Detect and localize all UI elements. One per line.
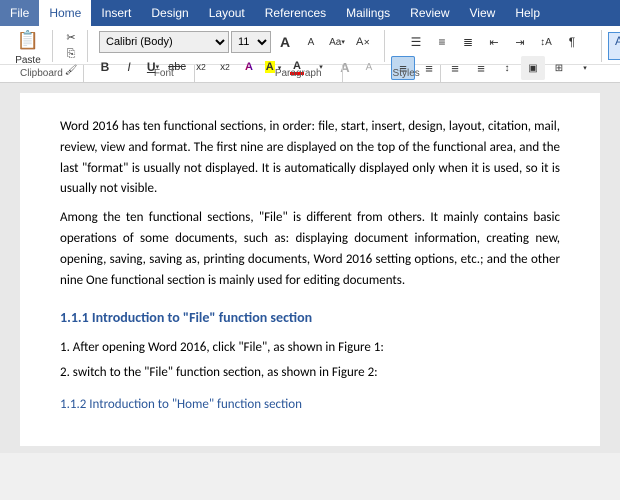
paragraph-label: Paragraph: [195, 65, 343, 82]
font-size-select[interactable]: 11: [231, 31, 271, 53]
decrease-indent-button[interactable]: ⇤: [482, 30, 506, 54]
menu-references[interactable]: References: [255, 0, 336, 26]
menu-help[interactable]: Help: [505, 0, 550, 26]
normal-style-text: AaBbCcDc: [615, 34, 620, 48]
font-label: Font: [84, 65, 195, 82]
justify-button[interactable]: ≡: [469, 56, 493, 80]
sort-button[interactable]: ↕A: [534, 30, 558, 54]
menu-file[interactable]: File: [0, 0, 39, 26]
clear-formatting-button[interactable]: A✕: [351, 30, 375, 54]
borders-dropdown-button[interactable]: ▾: [573, 56, 597, 80]
increase-indent-button[interactable]: ⇥: [508, 30, 532, 54]
toolbar-row1: 📋 Paste ✂ ⎘ 🖌 Calibri (Body) 11 A A Aa▾ …: [0, 28, 620, 64]
heading-1: 1.1.1 Introduction to "File" function se…: [60, 307, 560, 329]
copy-button[interactable]: ⎘: [59, 47, 83, 62]
change-case-button[interactable]: Aa▾: [325, 30, 349, 54]
styles-label: Styles: [343, 65, 441, 82]
styles-group: AaBbCcDc ¶ Normal AaBbCcDc No Spac... Aa…: [604, 30, 620, 62]
clipboard-label: Clipboard: [0, 65, 84, 82]
ribbon: 📋 Paste ✂ ⎘ 🖌 Calibri (Body) 11 A A Aa▾ …: [0, 26, 620, 83]
grow-font-button[interactable]: A: [273, 30, 297, 54]
menu-view[interactable]: View: [460, 0, 506, 26]
menu-layout[interactable]: Layout: [199, 0, 255, 26]
paste-button[interactable]: 📋: [12, 27, 44, 55]
shrink-font-button[interactable]: A: [299, 30, 323, 54]
list-item-2: 2. switch to the "File" function section…: [60, 363, 560, 384]
menu-design[interactable]: Design: [141, 0, 198, 26]
paste-label: Paste: [15, 55, 41, 66]
bullets-button[interactable]: ☰: [404, 30, 428, 54]
menu-insert[interactable]: Insert: [91, 0, 141, 26]
underline-button[interactable]: U ▾: [142, 56, 164, 78]
menu-bar: File Home Insert Design Layout Reference…: [0, 0, 620, 26]
shading-button[interactable]: ▣: [521, 56, 545, 80]
borders-button[interactable]: ⊞: [547, 56, 571, 80]
cut-button[interactable]: ✂: [59, 30, 83, 45]
paragraph-1: Word 2016 has ten functional sections, i…: [60, 117, 560, 200]
clipboard-sub-group: ✂ ⎘ 🖌: [55, 30, 88, 62]
show-hide-button[interactable]: ¶: [560, 30, 584, 54]
font-family-select[interactable]: Calibri (Body): [99, 31, 229, 53]
menu-mailings[interactable]: Mailings: [336, 0, 400, 26]
menu-home[interactable]: Home: [39, 0, 91, 26]
list-item-1: 1. After opening Word 2016, click "File"…: [60, 338, 560, 359]
font-selector-group: Calibri (Body) 11 A A Aa▾ A✕ B I U ▾ abc…: [90, 30, 385, 62]
document-area: Word 2016 has ten functional sections, i…: [0, 83, 620, 453]
multilevel-list-button[interactable]: ≣: [456, 30, 480, 54]
clipboard-group: 📋 Paste: [4, 30, 53, 62]
heading-2: 1.1.2 Introduction to "Home" function se…: [60, 395, 560, 416]
document-page: Word 2016 has ten functional sections, i…: [20, 93, 600, 446]
numbering-button[interactable]: ≡: [430, 30, 454, 54]
paragraph-group: ☰ ≡ ≣ ⇤ ⇥ ↕A ¶ ≡ ≡ ≡ ≡ ↕ ▣ ⊞ ▾: [387, 30, 602, 62]
line-spacing-button[interactable]: ↕: [495, 56, 519, 80]
style-normal-button[interactable]: AaBbCcDc ¶ Normal: [608, 32, 620, 60]
menu-review[interactable]: Review: [400, 0, 459, 26]
align-right-button[interactable]: ≡: [443, 56, 467, 80]
paragraph-2: Among the ten functional sections, "File…: [60, 208, 560, 291]
